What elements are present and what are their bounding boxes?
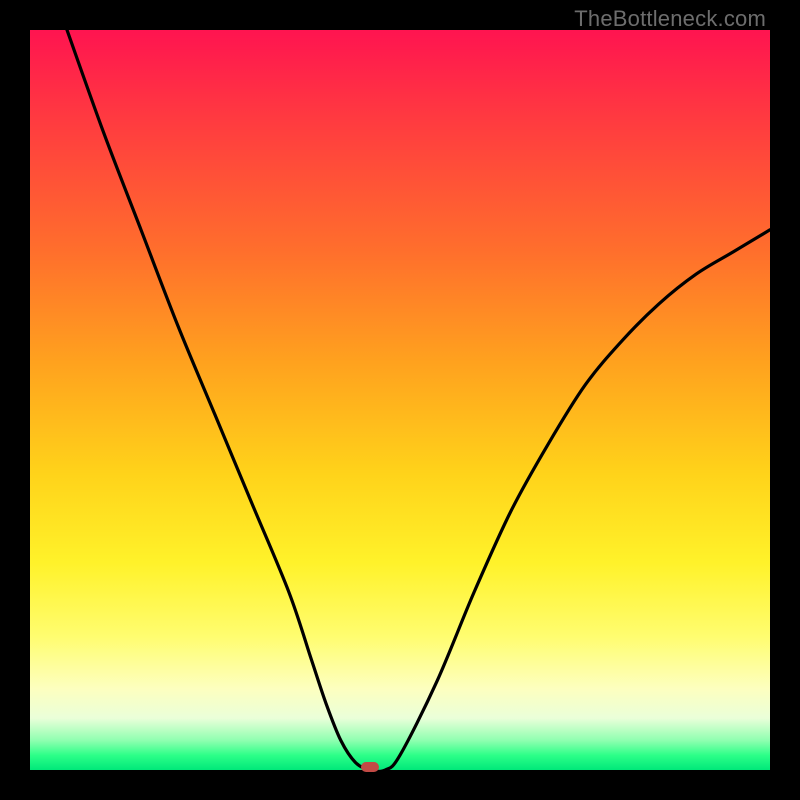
watermark-label: TheBottleneck.com [574,6,766,32]
plot-area [30,30,770,770]
bottleneck-curve [30,30,770,770]
chart-frame: TheBottleneck.com [0,0,800,800]
minimum-marker [361,762,379,772]
